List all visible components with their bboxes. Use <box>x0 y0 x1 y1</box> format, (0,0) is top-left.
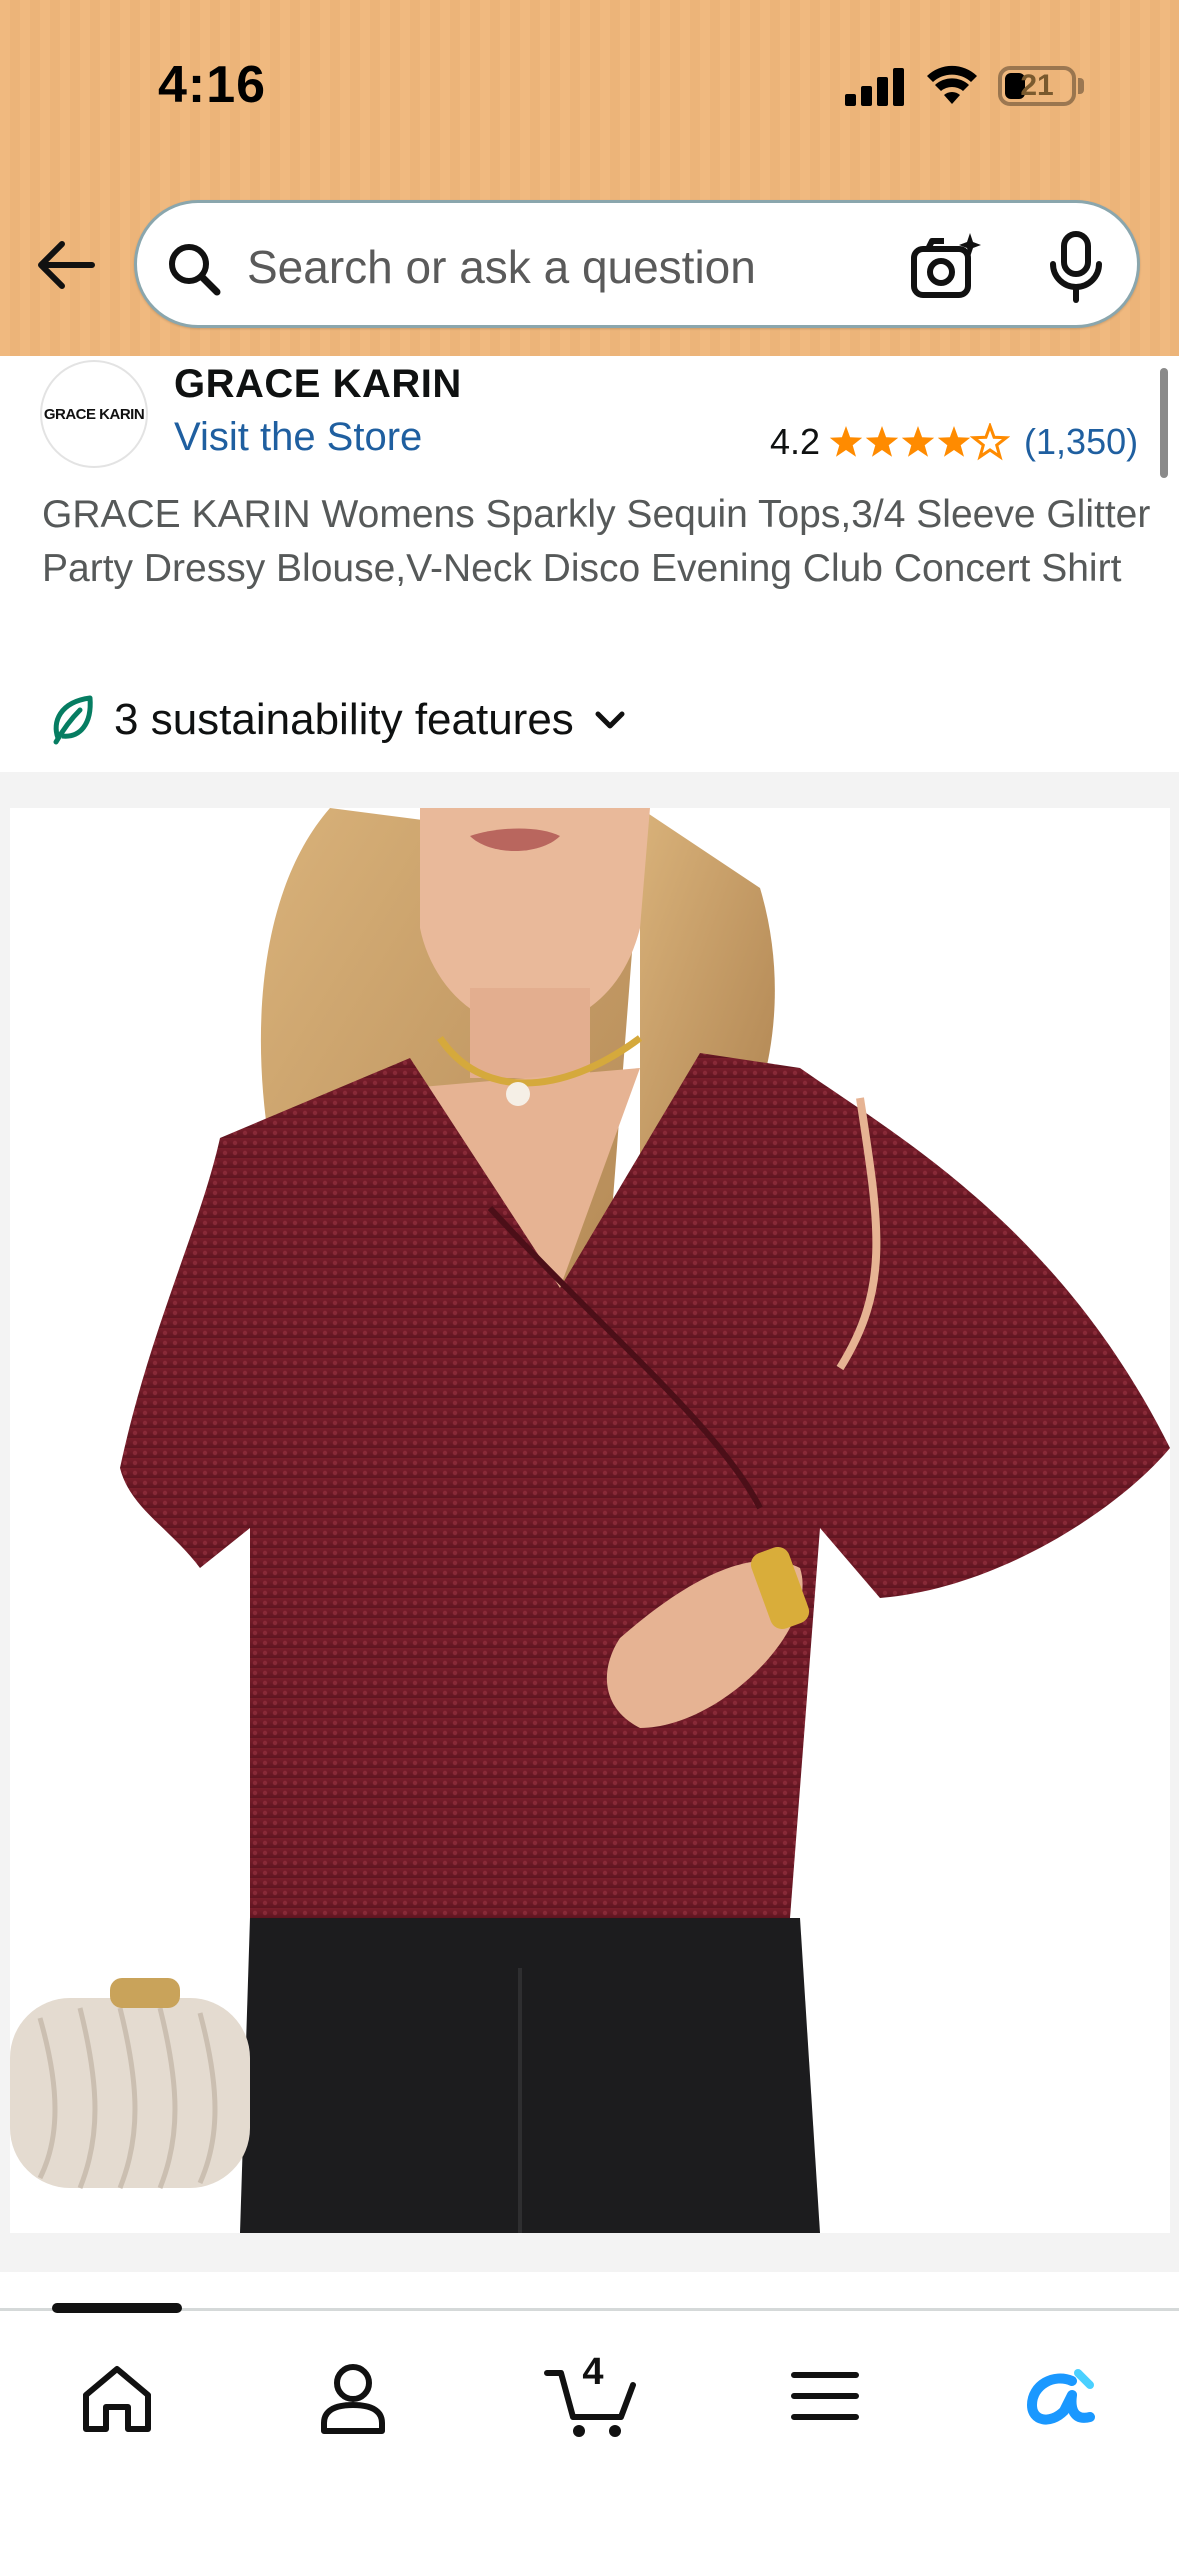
star-empty-icon <box>969 423 1011 461</box>
cart-count: 4 <box>582 2351 604 2393</box>
app-header: 4:16 21 <box>0 0 1179 356</box>
star-filled-icon <box>829 426 863 457</box>
search-input[interactable] <box>247 233 927 301</box>
leaf-icon <box>53 695 93 745</box>
sustainability-label: 3 sustainability features <box>114 695 574 744</box>
star-rating-icon <box>829 423 1011 461</box>
rating-value: 4.2 <box>770 421 821 462</box>
bottom-navigation: 4 <box>0 2303 1179 2556</box>
wifi-icon <box>927 65 977 104</box>
chevron-down-icon <box>595 711 625 729</box>
account-icon[interactable] <box>308 2351 398 2441</box>
battery-icon: 21 <box>998 66 1076 106</box>
scrollbar[interactable] <box>1160 368 1168 478</box>
search-icon <box>169 244 221 296</box>
star-filled-icon <box>901 426 935 457</box>
search-bar[interactable] <box>134 200 1140 328</box>
review-count-link[interactable]: (1,350) <box>1024 421 1138 463</box>
rating-summary[interactable]: 4.2 (1,350) <box>770 420 1138 464</box>
active-tab-indicator <box>52 2303 182 2313</box>
brand-logo[interactable]: GRACE KARIN <box>40 360 148 468</box>
brand-logo-text: GRACE KARIN <box>43 405 145 423</box>
product-image[interactable] <box>0 808 1179 2233</box>
star-filled-icon <box>865 426 899 457</box>
brand-name: GRACE KARIN <box>174 362 462 406</box>
sustainability-features-toggle[interactable]: 3 sustainability features <box>50 690 630 750</box>
visit-store-link[interactable]: Visit the Store <box>174 415 422 460</box>
menu-icon[interactable] <box>780 2351 870 2441</box>
cart-button[interactable]: 4 <box>543 2351 643 2441</box>
battery-cap <box>1078 78 1084 94</box>
microphone-icon[interactable] <box>1047 231 1105 303</box>
cellular-signal-icon <box>845 66 905 106</box>
product-title: GRACE KARIN Womens Sparkly Sequin Tops,3… <box>42 493 1151 590</box>
home-icon[interactable] <box>72 2351 162 2441</box>
status-bar: 4:16 21 <box>0 0 1179 175</box>
back-arrow-icon[interactable] <box>32 230 102 300</box>
product-image-gallery[interactable] <box>0 772 1179 2272</box>
rufus-icon[interactable] <box>1014 2351 1104 2441</box>
star-filled-icon <box>937 426 971 457</box>
status-time: 4:16 <box>158 56 267 114</box>
camera-search-icon[interactable] <box>910 231 982 301</box>
battery-level: 21 <box>1020 69 1054 102</box>
